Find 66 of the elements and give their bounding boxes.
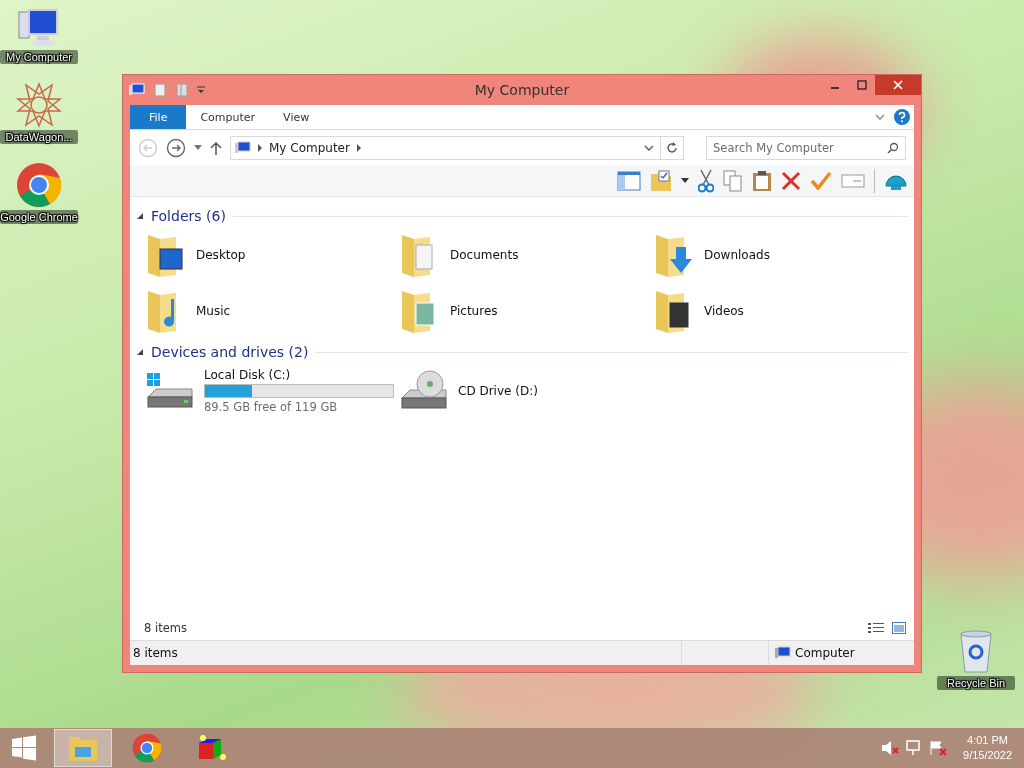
forward-icon[interactable] [166,138,186,158]
desktop-icon-label[interactable]: DataWagon... [0,130,78,144]
windows-logo-icon [11,735,37,761]
item-name[interactable]: Documents [450,248,519,262]
chrome-icon[interactable] [16,162,62,208]
preview-pane-icon[interactable] [617,171,641,191]
collapse-triangle-icon[interactable] [136,348,144,356]
up-arrow-icon[interactable] [210,141,222,155]
expand-ribbon-icon[interactable] [874,112,886,122]
address-path[interactable]: My Computer [269,141,350,155]
group-header[interactable]: Devices and drives (2) [151,344,309,360]
computer-icon[interactable] [17,8,61,48]
hard-drive-icon[interactable] [146,371,194,411]
desktop-icon-label[interactable]: My Computer [0,50,78,64]
refresh-button[interactable] [660,136,684,160]
scissors-icon[interactable] [698,169,714,193]
close-button[interactable] [875,75,921,95]
close-icon [893,80,903,90]
chevron-icon[interactable] [355,144,362,152]
item-count: 8 items [144,621,187,635]
address-bar[interactable]: My Computer [230,136,661,160]
checkmark-icon[interactable] [810,171,832,191]
computer-icon[interactable] [129,83,145,97]
dropdown-icon[interactable] [644,144,654,152]
item-name[interactable]: Videos [704,304,744,318]
cd-drive-icon[interactable] [400,370,448,412]
search-icon [887,142,899,154]
large-icons-view-icon[interactable] [892,622,906,634]
speaker-muted-icon[interactable] [881,740,900,756]
search-field[interactable]: Search My Computer [706,136,906,160]
recycle-bin-icon[interactable] [958,630,994,674]
ribbon-tab[interactable]: Computer [186,105,270,129]
desktop-icon-label[interactable]: Recycle Bin [937,676,1015,690]
dropdown-icon[interactable] [197,86,205,94]
flag-icon[interactable] [929,740,948,756]
free-space-text: 89.5 GB free of 119 GB [204,400,339,414]
collapse-triangle-icon[interactable] [136,212,144,220]
item-name[interactable]: Local Disk (C:) [204,368,394,382]
refresh-icon [666,142,678,154]
help-icon[interactable] [894,109,910,125]
ribbon-tab[interactable]: View [269,105,324,129]
item-name[interactable]: Music [196,304,231,318]
item-name[interactable]: Downloads [704,248,770,262]
copy-icon[interactable] [723,170,743,192]
chrome-icon [132,733,162,763]
group-header[interactable]: Folders (6) [151,208,226,224]
window-title: My Computer [473,82,571,98]
item-name[interactable]: Pictures [450,304,498,318]
status-location: Computer [795,646,855,660]
clipboard-icon[interactable] [752,170,772,192]
folder-checklist-icon[interactable] [650,170,672,192]
properties-icon[interactable] [153,83,167,97]
delete-icon[interactable] [781,171,801,191]
desktop-icon-label[interactable]: Google Chrome [0,210,78,224]
item-name[interactable]: Desktop [196,248,246,262]
star-pattern-icon[interactable] [16,82,62,128]
status-text: 8 items [132,646,178,660]
computer-icon [235,141,251,155]
computer-icon [775,646,791,660]
chevron-icon[interactable] [257,144,263,152]
details-view-icon[interactable] [868,622,884,634]
item-name[interactable]: CD Drive (D:) [458,384,538,398]
minimize-icon [830,87,839,89]
ribbon-tab[interactable]: File [130,105,187,129]
maximize-icon [856,80,867,90]
dropdown-icon[interactable] [681,178,689,184]
